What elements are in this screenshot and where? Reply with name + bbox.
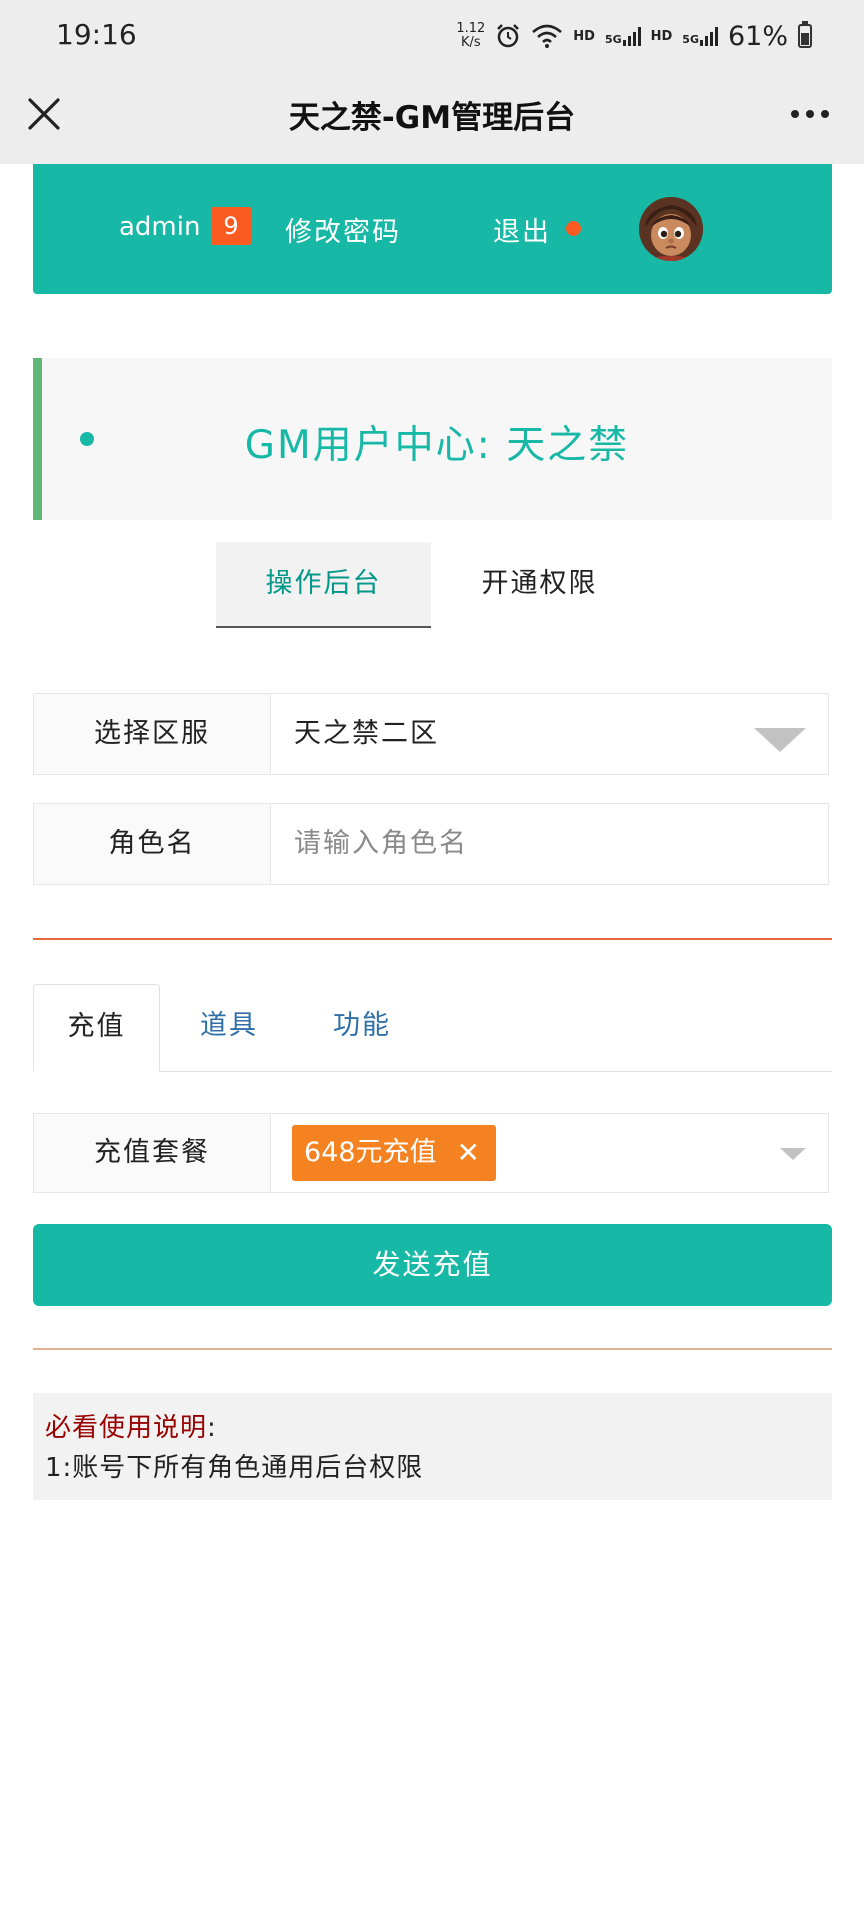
notice-title: 必看使用说明 — [45, 1413, 208, 1443]
notice-colon: : — [207, 1413, 217, 1443]
hd-label-2: HD — [650, 28, 673, 44]
server-select-label: 选择区服 — [34, 694, 271, 774]
role-name-label: 角色名 — [34, 804, 271, 884]
status-icons: 1.12 K/s HD 5G HD 5G 61% — [456, 14, 812, 58]
remove-tag-icon[interactable]: ✕ — [457, 1125, 480, 1181]
selected-package-tag: 648元充值 ✕ — [292, 1125, 497, 1181]
send-recharge-button[interactable]: 发送充值 — [33, 1224, 832, 1306]
battery-percent: 61% — [727, 20, 788, 52]
signal-2: 5G — [682, 26, 718, 46]
battery-icon — [798, 21, 812, 48]
tab-operation-backend[interactable]: 操作后台 — [216, 542, 431, 628]
hd-label-1: HD — [573, 28, 595, 44]
section-divider-2 — [33, 1348, 832, 1350]
selected-package-text: 648元充值 — [304, 1137, 437, 1168]
network-speed: 1.12 K/s — [456, 22, 485, 50]
recharge-package-label: 充值套餐 — [34, 1114, 271, 1192]
subtab-recharge[interactable]: 充值 — [33, 984, 160, 1072]
username[interactable]: admin — [119, 212, 200, 242]
page-title: 天之禁-GM管理后台 — [288, 100, 576, 136]
wifi-icon — [532, 24, 563, 48]
logout-link[interactable]: 退出 — [493, 210, 551, 249]
network-speed-value: 1.12 — [456, 21, 486, 36]
network-speed-unit: K/s — [460, 35, 481, 50]
avatar-image — [639, 197, 703, 261]
chevron-down-icon[interactable] — [780, 1148, 806, 1160]
server-select-row: 选择区服 天之禁二区 — [33, 693, 829, 775]
tab-grant-permission[interactable]: 开通权限 — [432, 542, 647, 628]
notice-line-1: 1:账号下所有角色通用后台权限 — [45, 1453, 424, 1483]
clock: 19:16 — [56, 18, 137, 51]
notice-heading: 必看使用说明: — [45, 1407, 217, 1444]
notification-badge[interactable]: 9 — [211, 207, 251, 245]
alarm-icon — [497, 24, 520, 48]
title-bar: 天之禁-GM管理后台 — [0, 70, 864, 164]
logout-status-dot — [566, 221, 581, 236]
server-select-value[interactable]: 天之禁二区 — [294, 694, 439, 774]
recharge-package-row: 充值套餐 648元充值 ✕ — [33, 1113, 829, 1193]
user-center-title: GM用户中心: 天之禁 — [244, 423, 630, 468]
role-name-row: 角色名 请输入角色名 — [33, 803, 829, 885]
role-name-input[interactable]: 请输入角色名 — [294, 804, 468, 884]
change-password-link[interactable]: 修改密码 — [285, 210, 401, 249]
avatar[interactable] — [639, 197, 703, 261]
subtab-items[interactable]: 道具 — [164, 984, 294, 1072]
signal-bars-icon — [699, 26, 718, 46]
subtab-functions[interactable]: 功能 — [297, 984, 427, 1072]
chevron-down-icon[interactable] — [754, 728, 806, 752]
more-icon[interactable] — [782, 92, 838, 136]
recharge-package-select[interactable]: 648元充值 ✕ — [271, 1114, 828, 1192]
signal-1: 5G — [605, 26, 641, 46]
signal-bars-icon — [622, 26, 641, 46]
user-bar: admin 9 修改密码 退出 — [33, 164, 832, 294]
usage-notice: 必看使用说明: 1:账号下所有角色通用后台权限 — [33, 1393, 832, 1500]
status-bar: 19:16 1.12 K/s HD 5G HD 5G 61% — [0, 0, 864, 70]
signal-2-label: 5G — [682, 33, 699, 46]
user-center-banner: GM用户中心: 天之禁 — [33, 358, 832, 520]
signal-1-label: 5G — [604, 33, 622, 46]
section-divider — [33, 938, 832, 940]
